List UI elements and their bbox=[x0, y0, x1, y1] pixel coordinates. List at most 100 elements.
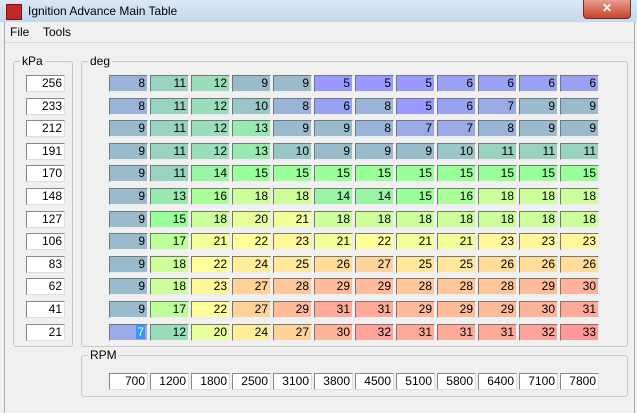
kpa-input[interactable]: 148 bbox=[26, 188, 65, 205]
table-cell[interactable]: 6 bbox=[478, 75, 517, 92]
kpa-input[interactable]: 191 bbox=[26, 142, 65, 160]
table-cell[interactable]: 27 bbox=[232, 301, 271, 318]
table-cell[interactable]: 22 bbox=[232, 233, 271, 251]
rpm-input[interactable]: 5800 bbox=[437, 373, 476, 390]
rpm-input[interactable]: 1800 bbox=[191, 373, 230, 390]
table-cell[interactable]: 18 bbox=[150, 255, 189, 273]
table-cell[interactable]: 30 bbox=[519, 301, 558, 318]
table-cell[interactable]: 6 bbox=[314, 97, 353, 115]
table-cell[interactable]: 12 bbox=[191, 75, 230, 92]
table-cell[interactable]: 7 bbox=[437, 120, 476, 138]
table-cell[interactable]: 15 bbox=[232, 165, 271, 183]
table-cell[interactable]: 13 bbox=[150, 188, 189, 205]
table-cell[interactable]: 9 bbox=[109, 165, 148, 183]
table-cell[interactable]: 25 bbox=[396, 255, 435, 273]
table-cell[interactable]: 7 bbox=[109, 323, 148, 341]
table-cell[interactable]: 20 bbox=[232, 210, 271, 228]
table-cell[interactable]: 30 bbox=[314, 323, 353, 341]
table-cell[interactable]: 20 bbox=[191, 323, 230, 341]
table-cell[interactable]: 21 bbox=[314, 233, 353, 251]
kpa-input[interactable]: 127 bbox=[26, 210, 65, 228]
table-cell[interactable]: 11 bbox=[150, 165, 189, 183]
table-cell[interactable]: 18 bbox=[396, 210, 435, 228]
table-cell[interactable]: 32 bbox=[355, 323, 394, 341]
table-cell[interactable]: 9 bbox=[560, 120, 599, 138]
table-cell[interactable]: 8 bbox=[355, 97, 394, 115]
table-cell[interactable]: 9 bbox=[314, 120, 353, 138]
table-cell[interactable]: 9 bbox=[560, 97, 599, 115]
table-cell[interactable]: 15 bbox=[314, 165, 353, 183]
kpa-input[interactable]: 41 bbox=[26, 301, 65, 318]
table-cell[interactable]: 14 bbox=[191, 165, 230, 183]
kpa-input[interactable]: 256 bbox=[26, 75, 65, 92]
table-cell[interactable]: 23 bbox=[273, 233, 312, 251]
rpm-input[interactable]: 3100 bbox=[273, 373, 312, 390]
table-cell[interactable]: 18 bbox=[478, 188, 517, 205]
table-cell[interactable]: 27 bbox=[355, 255, 394, 273]
table-cell[interactable]: 15 bbox=[355, 165, 394, 183]
table-cell[interactable]: 9 bbox=[109, 120, 148, 138]
kpa-input[interactable]: 62 bbox=[26, 278, 65, 296]
table-cell[interactable]: 18 bbox=[478, 210, 517, 228]
table-cell[interactable]: 18 bbox=[560, 210, 599, 228]
table-cell[interactable]: 27 bbox=[232, 278, 271, 296]
table-cell[interactable]: 24 bbox=[232, 255, 271, 273]
table-cell[interactable]: 5 bbox=[396, 97, 435, 115]
table-cell[interactable]: 28 bbox=[478, 278, 517, 296]
table-cell[interactable]: 29 bbox=[396, 301, 435, 318]
table-cell[interactable]: 8 bbox=[273, 97, 312, 115]
table-cell[interactable]: 9 bbox=[109, 255, 148, 273]
table-cell[interactable]: 24 bbox=[232, 323, 271, 341]
rpm-input[interactable]: 7100 bbox=[519, 373, 558, 390]
kpa-input[interactable]: 170 bbox=[26, 165, 65, 183]
table-cell[interactable]: 15 bbox=[560, 165, 599, 183]
table-cell[interactable]: 15 bbox=[396, 188, 435, 205]
table-cell[interactable]: 29 bbox=[355, 278, 394, 296]
table-cell[interactable]: 31 bbox=[355, 301, 394, 318]
table-cell[interactable]: 29 bbox=[519, 278, 558, 296]
kpa-input[interactable]: 106 bbox=[26, 233, 65, 251]
rpm-input[interactable]: 6400 bbox=[478, 373, 517, 390]
table-cell[interactable]: 11 bbox=[150, 75, 189, 92]
table-cell[interactable]: 31 bbox=[560, 301, 599, 318]
table-cell[interactable]: 12 bbox=[191, 97, 230, 115]
table-cell[interactable]: 27 bbox=[273, 323, 312, 341]
table-cell[interactable]: 18 bbox=[519, 188, 558, 205]
table-cell[interactable]: 7 bbox=[396, 120, 435, 138]
table-cell[interactable]: 5 bbox=[355, 75, 394, 92]
kpa-input[interactable]: 21 bbox=[26, 323, 65, 341]
table-cell[interactable]: 15 bbox=[396, 165, 435, 183]
table-cell[interactable]: 13 bbox=[232, 142, 271, 160]
table-cell[interactable]: 29 bbox=[437, 301, 476, 318]
rpm-input[interactable]: 1200 bbox=[150, 373, 189, 390]
table-cell[interactable]: 9 bbox=[109, 301, 148, 318]
table-cell[interactable]: 26 bbox=[314, 255, 353, 273]
table-cell[interactable]: 32 bbox=[519, 323, 558, 341]
table-cell[interactable]: 28 bbox=[273, 278, 312, 296]
table-cell[interactable]: 23 bbox=[478, 233, 517, 251]
close-button[interactable]: ✕ bbox=[583, 0, 631, 19]
table-cell[interactable]: 9 bbox=[519, 120, 558, 138]
table-cell[interactable]: 18 bbox=[355, 210, 394, 228]
table-cell[interactable]: 9 bbox=[273, 120, 312, 138]
table-cell[interactable]: 29 bbox=[478, 301, 517, 318]
table-cell[interactable]: 13 bbox=[232, 120, 271, 138]
table-cell[interactable]: 31 bbox=[437, 323, 476, 341]
table-cell[interactable]: 25 bbox=[437, 255, 476, 273]
table-cell[interactable]: 9 bbox=[109, 188, 148, 205]
table-cell[interactable]: 11 bbox=[560, 142, 599, 160]
table-cell[interactable]: 29 bbox=[273, 301, 312, 318]
table-cell[interactable]: 26 bbox=[519, 255, 558, 273]
table-cell[interactable]: 6 bbox=[437, 97, 476, 115]
table-cell[interactable]: 15 bbox=[437, 165, 476, 183]
table-cell[interactable]: 18 bbox=[437, 210, 476, 228]
table-cell[interactable]: 23 bbox=[560, 233, 599, 251]
table-cell[interactable]: 12 bbox=[191, 142, 230, 160]
table-cell[interactable]: 14 bbox=[355, 188, 394, 205]
table-cell[interactable]: 10 bbox=[437, 142, 476, 160]
table-cell[interactable]: 5 bbox=[396, 75, 435, 92]
table-cell[interactable]: 31 bbox=[478, 323, 517, 341]
table-cell[interactable]: 26 bbox=[560, 255, 599, 273]
table-cell[interactable]: 18 bbox=[150, 278, 189, 296]
menu-file[interactable]: File bbox=[10, 25, 29, 39]
